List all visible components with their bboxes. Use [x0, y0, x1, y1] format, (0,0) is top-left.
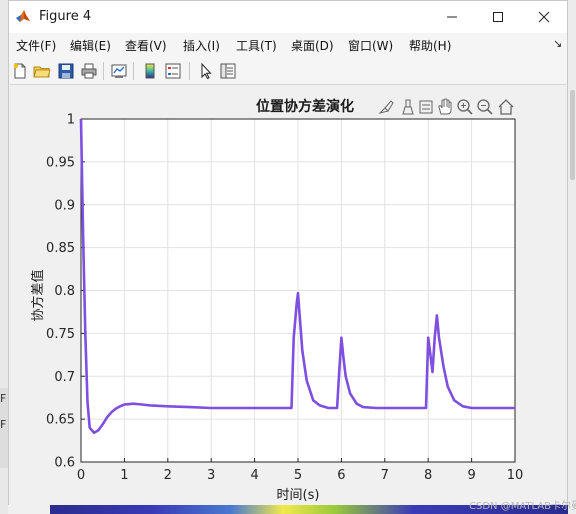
- x-tick-label: 5: [294, 468, 302, 483]
- x-axis-label: 时间(s): [277, 488, 320, 503]
- x-tick-label: 2: [164, 468, 172, 483]
- x-tick-label: 3: [207, 468, 215, 483]
- y-tick-label: 0.75: [46, 327, 75, 342]
- background-window-strip: F F: [0, 388, 8, 468]
- x-tick-label: 0: [77, 468, 85, 483]
- background-label: F: [0, 392, 7, 405]
- x-tick-label: 9: [467, 468, 475, 483]
- y-tick-label: 0.7: [54, 370, 75, 385]
- figure-window: Figure 4 文件(F) 编辑(E) 查看(V) 插入(I) 工具(T) 桌…: [8, 0, 576, 512]
- y-tick-label: 0.95: [46, 155, 75, 170]
- chart-title: 位置协方差演化: [256, 98, 354, 115]
- y-tick-label: 0.6: [54, 456, 75, 471]
- y-axis-label: 协方差值: [30, 269, 46, 321]
- background-window-right: [568, 0, 576, 514]
- y-tick-label: 0.65: [46, 413, 75, 428]
- x-tick-label: 1: [120, 468, 128, 483]
- x-tick-label: 10: [507, 468, 524, 483]
- y-tick-label: 0.85: [46, 241, 75, 256]
- background-scrollbar[interactable]: [570, 90, 575, 180]
- y-tick-label: 0.9: [54, 198, 75, 213]
- x-tick-label: 4: [250, 468, 258, 483]
- covariance-chart[interactable]: 0 1 2 3 4 5 6 7 8 9 10 0.6 0.65 0.7 0.75 0.8 0.85 0.9 0.95…: [9, 1, 567, 506]
- x-tick-label: 7: [381, 468, 389, 483]
- y-tick-label: 0.8: [54, 284, 75, 299]
- background-label: F: [0, 418, 7, 431]
- y-tick-label: 1: [67, 113, 75, 128]
- x-tick-label: 8: [424, 468, 432, 483]
- watermark: CSDN @MATLAB卡尔曼: [469, 501, 576, 512]
- x-tick-label: 6: [337, 468, 345, 483]
